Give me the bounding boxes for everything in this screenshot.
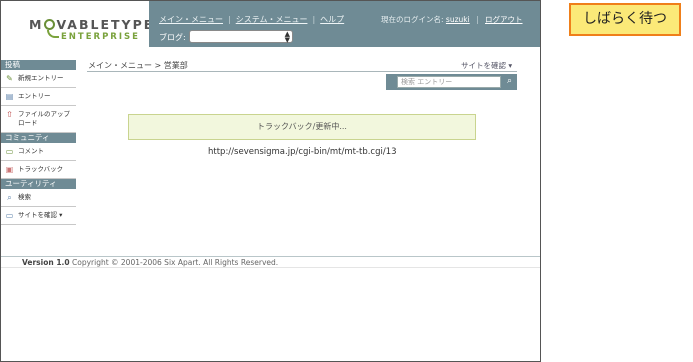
nav-separator: | [312, 15, 316, 24]
upload-icon: ⇧ [6, 110, 13, 119]
sidebar-item-comments[interactable]: ▭ コメント [1, 143, 76, 161]
trackback-icon: ▣ [5, 165, 14, 174]
ping-url: http://sevensigma.jp/cgi-bin/mt/mt-tb.cg… [208, 147, 397, 157]
logged-in-label: 現在のログイン名: [381, 15, 444, 24]
sidebar-item-label: 新規エントリー [18, 74, 64, 82]
logout-link[interactable]: ログアウト [485, 15, 523, 24]
view-site-icon: ▭ [5, 211, 14, 220]
status-message: トラックバック/更新中... [128, 114, 476, 140]
sidebar-item-search[interactable]: ⌕ 検索 [1, 189, 76, 207]
nav-separator: | [228, 15, 231, 24]
browser-window: MVABLETYPETM ENTERPRISE メイン・メニュー|システム・メニ… [0, 0, 541, 362]
search-icon[interactable]: ⌕ [504, 75, 515, 87]
app-header: MVABLETYPETM ENTERPRISE メイン・メニュー|システム・メニ… [1, 1, 540, 47]
divider [1, 256, 540, 257]
breadcrumb: メイン・メニュー > 営業部 [88, 61, 188, 70]
new-entry-icon: ✎ [6, 74, 13, 83]
select-arrows-icon: ▲ ▼ [284, 30, 290, 44]
footer: Version 1.0 Copyright © 2001-2006 Six Ap… [22, 258, 278, 267]
sidebar-item-label: 検索 [18, 193, 31, 201]
main-menu-link[interactable]: メイン・メニュー [159, 15, 223, 24]
entries-icon: ▤ [5, 92, 14, 101]
sidebar-item-view-site[interactable]: ▭ サイトを確認 ▾ [1, 207, 76, 225]
divider [87, 71, 517, 72]
comment-icon: ▭ [5, 147, 14, 156]
logo-swoosh-icon [47, 30, 59, 38]
sidebar-item-entries[interactable]: ▤ エントリー [1, 88, 76, 106]
username-link[interactable]: suzuki [446, 15, 470, 24]
sidebar-item-trackbacks[interactable]: ▣ トラックバック [1, 161, 76, 179]
top-navigation: メイン・メニュー | システム・メニュー | ヘルプ [159, 14, 344, 25]
view-site-link[interactable]: サイトを確認 ▾ [461, 60, 512, 71]
search-icon: ⌕ [7, 193, 12, 202]
copyright-text: Copyright © 2001-2006 Six Apart. All Rig… [72, 258, 279, 267]
blog-selector-label: ブログ: [159, 33, 186, 42]
sidebar-section-utility: ユーティリティ [1, 179, 76, 189]
sidebar-section-post: 投稿 [1, 60, 76, 70]
system-menu-link[interactable]: システム・メニュー [236, 15, 308, 24]
version-label: Version 1.0 [22, 258, 70, 267]
sidebar-item-label: ファイルのアップロード [18, 110, 70, 127]
user-info: 現在のログイン名: suzuki | ログアウト [381, 14, 523, 25]
sidebar-item-upload[interactable]: ⇧ ファイルのアップロード [1, 106, 76, 133]
divider [1, 267, 540, 268]
search-input[interactable]: 検索 エントリー [397, 76, 501, 88]
annotation-callout: しばらく待つ [569, 3, 681, 36]
sidebar-section-community: コミュニティ [1, 133, 76, 143]
help-link[interactable]: ヘルプ [320, 15, 344, 24]
sidebar-item-label: トラックバック [18, 165, 64, 173]
sidebar: 投稿 ✎ 新規エントリー ▤ エントリー ⇧ ファイルのアップロード コミュニテ… [1, 60, 76, 225]
sidebar-item-label: エントリー [18, 92, 51, 100]
nav-separator: | [476, 15, 479, 24]
sidebar-item-new-entry[interactable]: ✎ 新規エントリー [1, 70, 76, 88]
sidebar-item-label: サイトを確認 ▾ [18, 211, 63, 219]
logo-edition: ENTERPRISE [61, 32, 140, 42]
sidebar-item-label: コメント [18, 147, 44, 155]
blog-selector-dropdown[interactable]: ▲ ▼ [189, 30, 293, 44]
